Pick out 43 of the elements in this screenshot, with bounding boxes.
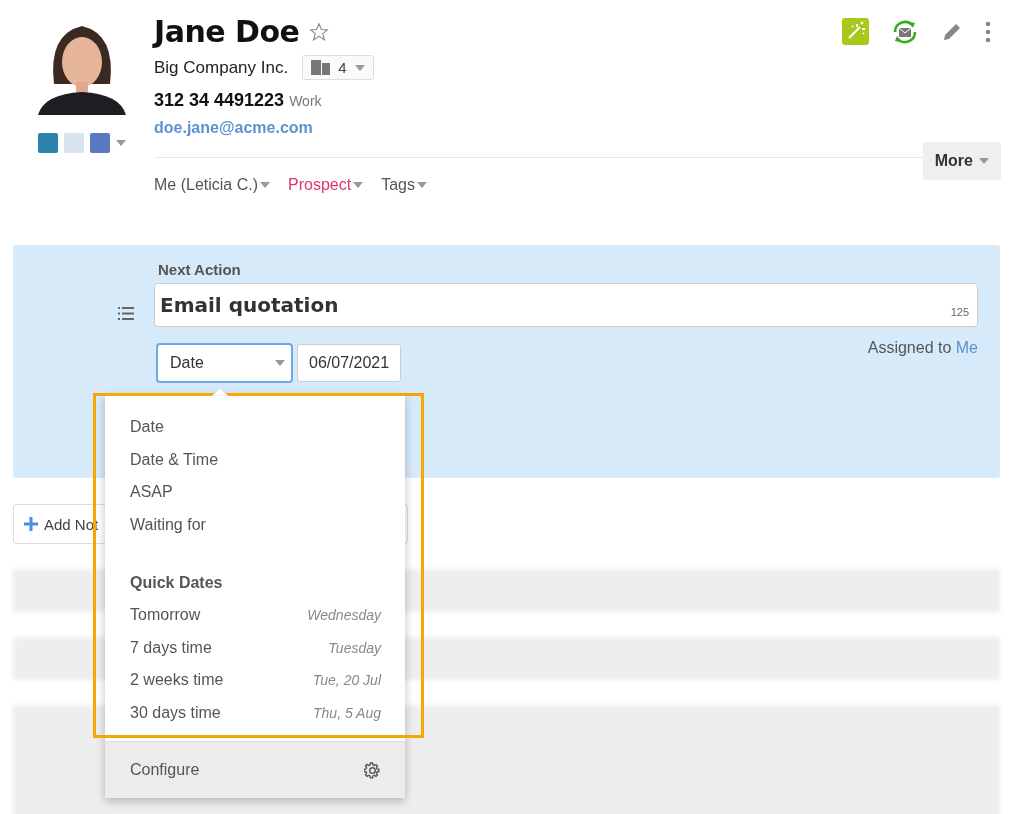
caret-icon [979,158,989,164]
caret-icon [354,64,365,71]
dropdown-option[interactable]: Date [130,411,381,444]
dropdown-option[interactable]: Date & Time [130,443,381,476]
quick-date-day: Wednesday [307,607,381,624]
assigned-text: Assigned to Me [867,339,978,357]
quick-date-option[interactable]: Tomorrow [130,606,201,625]
buildings-icon [311,60,331,75]
status-menu[interactable]: Prospect [288,176,364,194]
magic-wand-icon[interactable] [842,18,869,45]
quick-date-day: Thu, 5 Aug [313,704,381,721]
settings-icon[interactable] [364,761,381,779]
date-type-select[interactable]: Date [156,343,293,383]
dropdown-option[interactable]: ASAP [130,476,381,509]
quick-date-option[interactable]: 30 days time [130,703,221,722]
next-action-heading: Next Action [158,261,242,278]
more-options-icon[interactable] [985,20,991,43]
caret-icon [416,182,427,188]
owner-menu[interactable]: Me (Leticia C.) [154,176,271,194]
caret-icon [353,182,364,188]
caret-icon [275,360,285,366]
tags-menu[interactable]: Tags [381,176,427,194]
quick-date-day: Tuesday [328,639,381,656]
caret-icon [260,182,271,188]
character-counter: 125 [950,306,969,318]
quick-date-option[interactable]: 2 weeks time [130,671,224,690]
company-count-button[interactable]: 4 [302,55,374,80]
quick-dates-heading: Quick Dates [130,573,224,593]
next-action-field[interactable]: Email quotation 125 [154,283,978,327]
more-button[interactable]: More [922,142,1001,180]
phone-label: Work [289,92,322,109]
company-name: Big Company Inc. [154,57,289,78]
configure-option[interactable]: Configure [130,761,200,779]
caret-icon [116,140,126,146]
phone-number: 312 34 4491223 [154,90,285,111]
date-field[interactable]: 06/07/2021 [297,344,402,382]
quick-date-day: Tue, 20 Jul [312,672,381,689]
dropdown-option[interactable]: Waiting for [130,508,381,541]
list-icon[interactable] [118,307,134,320]
star-icon[interactable] [309,21,330,42]
plus-icon [24,517,38,531]
contact-name: Jane Doe [154,14,300,49]
quick-date-option[interactable]: 7 days time [130,638,212,657]
